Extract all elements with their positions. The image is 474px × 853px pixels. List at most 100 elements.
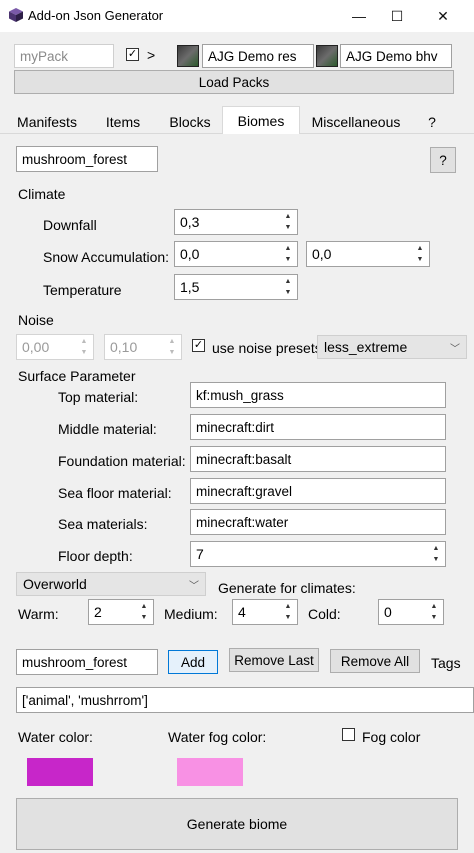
water-color-label: Water color:: [18, 729, 93, 745]
biome-name-input[interactable]: mushroom_forest: [16, 146, 158, 172]
floor-depth-value: 7: [196, 546, 204, 562]
maximize-button[interactable]: ☐: [374, 0, 420, 32]
window-title: Add-on Json Generator: [28, 8, 164, 23]
tab-blocks[interactable]: Blocks: [163, 110, 217, 134]
downfall-label: Downfall: [43, 217, 97, 233]
warm-label: Warm:: [18, 606, 59, 622]
snow-min-spinbox[interactable]: 0,0 ▲ ▼: [174, 241, 298, 267]
temperature-label: Temperature: [43, 282, 122, 298]
noise-a-value: 0,00: [22, 339, 50, 355]
foundation-material-input[interactable]: minecraft:basalt: [190, 446, 446, 472]
down-arrow-icon: ▼: [80, 349, 88, 356]
floor-depth-spinbox[interactable]: 7 ▲ ▼: [190, 541, 446, 567]
dimension-select[interactable]: Overworld ﹀: [16, 572, 206, 596]
up-arrow-icon[interactable]: ▲: [136, 601, 152, 612]
down-arrow-icon[interactable]: ▼: [426, 612, 442, 623]
up-arrow-icon[interactable]: ▲: [280, 276, 296, 287]
water-color-swatch[interactable]: [27, 758, 93, 786]
downfall-spinbox[interactable]: 0,3 ▲ ▼: [174, 209, 298, 235]
fog-color-checkbox[interactable]: [342, 728, 355, 741]
add-tag-button[interactable]: Add: [168, 650, 218, 674]
noise-b-value: 0,10: [110, 339, 138, 355]
biome-help-button[interactable]: ?: [430, 147, 456, 173]
warm-value: 2: [94, 604, 102, 620]
up-arrow-icon[interactable]: ▲: [280, 211, 296, 222]
floor-depth-label: Floor depth:: [58, 548, 133, 564]
dimension-value: Overworld: [23, 576, 87, 592]
fog-color-label: Fog color: [362, 729, 421, 745]
generate-climates-label: Generate for climates:: [218, 580, 356, 596]
temperature-value: 1,5: [180, 279, 200, 295]
tag-input[interactable]: mushroom_forest: [16, 649, 158, 675]
use-presets-checkbox[interactable]: ✓: [192, 339, 205, 352]
bhv-pack-select[interactable]: AJG Demo bhv: [340, 44, 452, 68]
noise-preset-select[interactable]: less_extreme ﹀: [317, 335, 467, 359]
maximize-icon: ☐: [390, 7, 404, 24]
sea-floor-material-input[interactable]: minecraft:gravel: [190, 478, 446, 504]
middle-material-input[interactable]: minecraft:dirt: [190, 414, 446, 440]
warm-spinbox[interactable]: 2 ▲ ▼: [88, 599, 154, 625]
cold-spinbox[interactable]: 0 ▲ ▼: [378, 599, 444, 625]
middle-material-label: Middle material:: [58, 421, 157, 437]
tab-bar: Manifests Items Blocks Biomes Miscellane…: [0, 104, 474, 135]
arrow-label: >: [147, 47, 156, 63]
medium-spinbox[interactable]: 4 ▲ ▼: [232, 599, 298, 625]
close-button[interactable]: ✕: [420, 0, 466, 32]
down-arrow-icon[interactable]: ▼: [280, 287, 296, 298]
down-arrow-icon[interactable]: ▼: [280, 612, 296, 623]
tab-miscellaneous[interactable]: Miscellaneous: [306, 110, 406, 134]
up-arrow-icon: ▲: [168, 338, 176, 345]
pack-checkbox[interactable]: ✓: [126, 48, 139, 61]
check-icon: ✓: [127, 48, 138, 60]
cold-value: 0: [384, 604, 392, 620]
pack-name-input[interactable]: myPack: [14, 44, 114, 68]
up-arrow-icon[interactable]: ▲: [428, 543, 444, 554]
surface-heading: Surface Parameter: [18, 368, 136, 384]
sea-materials-input[interactable]: minecraft:water: [190, 509, 446, 535]
close-icon: ✕: [437, 7, 449, 24]
up-arrow-icon: ▲: [80, 338, 88, 345]
chevron-down-icon: ﹀: [450, 344, 460, 355]
foundation-material-label: Foundation material:: [58, 453, 186, 469]
remove-all-button[interactable]: Remove All: [330, 649, 420, 673]
up-arrow-icon[interactable]: ▲: [412, 243, 428, 254]
remove-last-button[interactable]: Remove Last: [229, 648, 319, 672]
tab-biomes[interactable]: Biomes: [222, 106, 300, 135]
snow-label: Snow Accumulation:: [43, 249, 170, 265]
load-packs-button[interactable]: Load Packs: [14, 70, 454, 94]
top-material-input[interactable]: kf:mush_grass: [190, 382, 446, 408]
tab-items[interactable]: Items: [96, 110, 150, 134]
up-arrow-icon[interactable]: ▲: [280, 243, 296, 254]
down-arrow-icon[interactable]: ▼: [428, 554, 444, 565]
down-arrow-icon[interactable]: ▼: [412, 254, 428, 265]
down-arrow-icon[interactable]: ▼: [280, 254, 296, 265]
sea-materials-label: Sea materials:: [58, 516, 148, 532]
tags-label: Tags: [431, 655, 461, 671]
sea-floor-material-label: Sea floor material:: [58, 485, 172, 501]
temperature-spinbox[interactable]: 1,5 ▲ ▼: [174, 274, 298, 300]
down-arrow-icon[interactable]: ▼: [280, 222, 296, 233]
use-presets-label: use noise presets: [212, 340, 322, 356]
snow-max-spinbox[interactable]: 0,0 ▲ ▼: [306, 241, 430, 267]
water-fog-color-label: Water fog color:: [168, 729, 267, 745]
minimize-icon: —: [352, 8, 366, 24]
noise-b-spinbox[interactable]: 0,10 ▲ ▼: [104, 334, 182, 360]
tab-manifests[interactable]: Manifests: [14, 110, 80, 134]
top-material-label: Top material:: [58, 389, 139, 405]
up-arrow-icon[interactable]: ▲: [426, 601, 442, 612]
generate-biome-button[interactable]: Generate biome: [16, 798, 458, 850]
noise-preset-value: less_extreme: [324, 339, 408, 355]
tab-help[interactable]: ?: [420, 110, 444, 134]
noise-heading: Noise: [18, 312, 54, 328]
res-pack-icon: [177, 45, 199, 67]
noise-a-spinbox[interactable]: 0,00 ▲ ▼: [16, 334, 94, 360]
water-fog-color-swatch[interactable]: [177, 758, 243, 786]
res-pack-select[interactable]: AJG Demo res: [202, 44, 314, 68]
chevron-down-icon: ﹀: [189, 581, 199, 592]
down-arrow-icon[interactable]: ▼: [136, 612, 152, 623]
check-icon: ✓: [193, 339, 204, 351]
title-bar: Add-on Json Generator — ☐ ✕: [0, 0, 474, 32]
pack-panel: myPack ✓ > AJG Demo res AJG Demo bhv Loa…: [0, 32, 474, 104]
up-arrow-icon[interactable]: ▲: [280, 601, 296, 612]
tags-list-field[interactable]: ['animal', 'mushrrom']: [16, 687, 474, 713]
